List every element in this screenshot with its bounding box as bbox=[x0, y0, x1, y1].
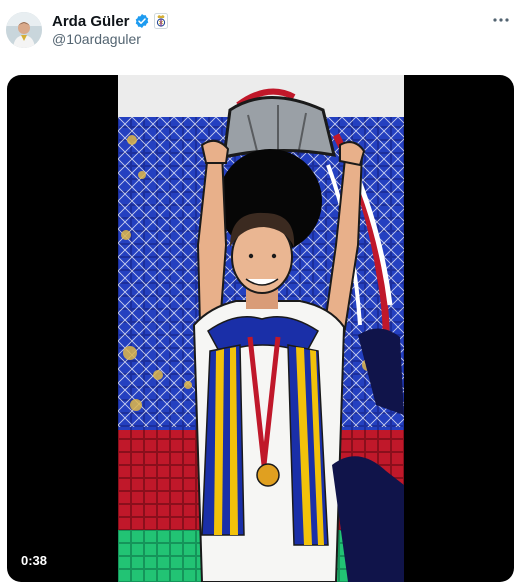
more-horizontal-icon bbox=[493, 18, 509, 22]
avatar[interactable] bbox=[6, 12, 42, 48]
verified-badge-icon bbox=[135, 14, 148, 28]
display-name[interactable]: Arda Güler bbox=[52, 13, 130, 30]
video-duration: 0:38 bbox=[21, 553, 48, 568]
video-player[interactable]: 0:38 bbox=[7, 75, 514, 582]
video-frame bbox=[118, 75, 404, 582]
handle[interactable]: @10ardaguler bbox=[52, 31, 141, 47]
video-thumbnail-illustration bbox=[118, 75, 404, 582]
tweet-card: Arda Güler @10ardaguler 0:38 bbox=[0, 0, 521, 587]
real-madrid-crest-icon[interactable] bbox=[153, 13, 168, 29]
author-name-row: Arda Güler bbox=[52, 11, 168, 31]
more-options-button[interactable] bbox=[489, 10, 513, 30]
